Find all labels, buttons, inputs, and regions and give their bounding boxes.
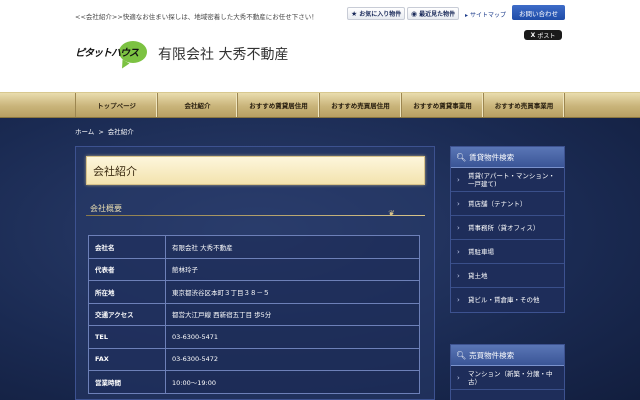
page-title-bar: 会社紹介 <box>86 156 425 185</box>
contact-button[interactable]: お問い合わせ <box>512 5 565 20</box>
row-key: 所在地 <box>88 280 166 304</box>
global-nav: トップページ 会社紹介 おすすめ賃貸居住用 おすすめ売買居住用 おすすめ賃貸事業… <box>0 92 640 118</box>
nav-item-rental-residential[interactable]: おすすめ賃貸居住用 <box>237 93 319 117</box>
sidebar-item-rental-shop[interactable]: › 賃店舗（テナント） <box>451 192 564 216</box>
table-row: TEL 03-6300-5471 <box>88 325 420 349</box>
rental-search-panel: 🔍︎ 賃貸物件検索 › 賃貸(アパート・マンション・一戸建て) › 賃店舗（テナント… <box>450 146 565 313</box>
magnifier-icon: 🔍︎ <box>456 350 467 360</box>
nav-item-sale-residential[interactable]: おすすめ売買居住用 <box>319 93 401 117</box>
star-icon: ★ <box>351 9 358 18</box>
chevron-right-icon: › <box>457 373 460 382</box>
magnifier-icon: 🔍︎ <box>456 152 467 162</box>
chevron-right-icon: › <box>457 199 460 208</box>
nav-item-sale-business[interactable]: おすすめ売買事業用 <box>483 93 565 117</box>
sidebar-item-label: マンション（新築・分譲・中古） <box>468 369 553 386</box>
company-info-table: 会社名 有限会社 大秀不動産 代表者 館林玲子 所在地 東京都渋谷区本町３丁目３８－５… <box>88 235 420 394</box>
favorites-button[interactable]: ★ お気に入り物件 <box>347 7 406 20</box>
nav-item-rental-business[interactable]: おすすめ賃貸事業用 <box>401 93 483 117</box>
chevron-right-icon: › <box>457 223 460 232</box>
sidebar-item-label: 賃店舗（テナント） <box>468 199 527 208</box>
sidebar-item-rental-office[interactable]: › 賃事務所（貸オフィス） <box>451 216 564 240</box>
rental-search-heading: 🔍︎ 賃貸物件検索 <box>451 147 564 168</box>
x-post-button[interactable]: X ポスト <box>524 30 562 40</box>
table-row: 所在地 東京都渋谷区本町３丁目３８－５ <box>88 280 420 304</box>
breadcrumb-home[interactable]: ホーム <box>75 128 94 136</box>
sidebar-item-label: 賃貸(アパート・マンション・一戸建て) <box>468 171 555 188</box>
chevron-right-icon: › <box>457 271 460 280</box>
row-key: 営業時間 <box>88 370 166 394</box>
header-tagline: <<会社紹介>>快適なお住まい探しは、地域密着した大秀不動産にお任せ下さい！ <box>75 13 318 21</box>
sidebar-item-rental-parking[interactable]: › 賃駐車場 <box>451 240 564 264</box>
sidebar-item-label: 貸ビル・賃倉庫・その他 <box>468 296 540 304</box>
row-key: TEL <box>88 325 166 349</box>
row-value: 東京都渋谷区本町３丁目３８－５ <box>165 280 420 304</box>
sidebar-item-label: 賃駐車場 <box>468 247 494 256</box>
rental-search-title: 賃貸物件検索 <box>469 152 515 162</box>
sitemap-link[interactable]: ▸ サイトマップ <box>465 10 506 19</box>
row-value: 都営大江戸線 西新宿五丁目 歩5分 <box>165 302 420 326</box>
recent-label: 最近見た物件 <box>419 11 456 18</box>
section-title: 会社概要 <box>90 204 122 213</box>
sidebar-item-label: 貸土地 <box>468 271 488 280</box>
breadcrumb-separator: > <box>98 128 104 136</box>
x-logo-icon: X <box>530 31 536 39</box>
sidebar-item-sale-mansion[interactable]: › マンション（新築・分譲・中古） <box>451 366 564 390</box>
sidebar-item-label: 賃事務所（貸オフィス） <box>468 223 540 232</box>
arrow-right-icon: ▸ <box>465 12 469 19</box>
ornament-icon: ❦ <box>388 209 395 218</box>
sale-search-panel: 🔍︎ 売買物件検索 › マンション（新築・分譲・中古） <box>450 344 565 400</box>
row-key: 代表者 <box>88 257 166 281</box>
recent-viewed-button[interactable]: ◉ 最近見た物件 <box>407 7 460 20</box>
section-divider <box>86 215 425 216</box>
nav-item-top[interactable]: トップページ <box>75 93 157 117</box>
table-row: FAX 03-6300-5472 <box>88 347 420 371</box>
favorites-label: お気に入り物件 <box>359 11 402 18</box>
table-row: 代表者 館林玲子 <box>88 257 420 281</box>
row-key: FAX <box>88 347 166 371</box>
chevron-right-icon: › <box>457 296 460 304</box>
logo-text: ピタットハウス <box>75 48 139 59</box>
row-value: 有限会社 大秀不動産 <box>165 235 420 259</box>
x-post-label: ポスト <box>537 32 556 40</box>
table-row: 会社名 有限会社 大秀不動産 <box>88 235 420 259</box>
row-value: 10:00～19:00 <box>165 370 420 394</box>
row-value: 03-6300-5472 <box>165 347 420 371</box>
chevron-right-icon: › <box>457 175 460 184</box>
breadcrumb: ホーム > 会社紹介 <box>75 126 134 136</box>
pitat-house-logo[interactable]: ピタットハウス <box>75 41 153 69</box>
sidebar-item-rental-land[interactable]: › 貸土地 <box>451 264 564 288</box>
sidebar-item-rental-building[interactable]: › 貸ビル・賃倉庫・その他 <box>451 288 564 312</box>
company-name: 有限会社 大秀不動産 <box>158 47 289 63</box>
nav-item-company[interactable]: 会社紹介 <box>157 93 237 117</box>
breadcrumb-current: 会社紹介 <box>107 128 134 136</box>
site-header: <<会社紹介>>快適なお住まい探しは、地域密着した大秀不動産にお任せ下さい！ ★… <box>0 0 640 92</box>
row-key: 交通アクセス <box>88 302 166 326</box>
sale-search-heading: 🔍︎ 売買物件検索 <box>451 345 564 366</box>
row-key: 会社名 <box>88 235 166 259</box>
table-row: 営業時間 10:00～19:00 <box>88 370 420 394</box>
chevron-right-icon: › <box>457 247 460 256</box>
sale-search-title: 売買物件検索 <box>469 350 515 360</box>
page-title: 会社紹介 <box>93 165 137 178</box>
sitemap-label: サイトマップ <box>469 12 506 19</box>
section-heading: 会社概要 ❦ <box>86 202 425 218</box>
eye-icon: ◉ <box>411 9 418 18</box>
row-value: 03-6300-5471 <box>165 325 420 349</box>
row-value: 館林玲子 <box>165 257 420 281</box>
sidebar-item-rental-residence[interactable]: › 賃貸(アパート・マンション・一戸建て) <box>451 168 564 192</box>
table-row: 交通アクセス 都営大江戸線 西新宿五丁目 歩5分 <box>88 302 420 326</box>
